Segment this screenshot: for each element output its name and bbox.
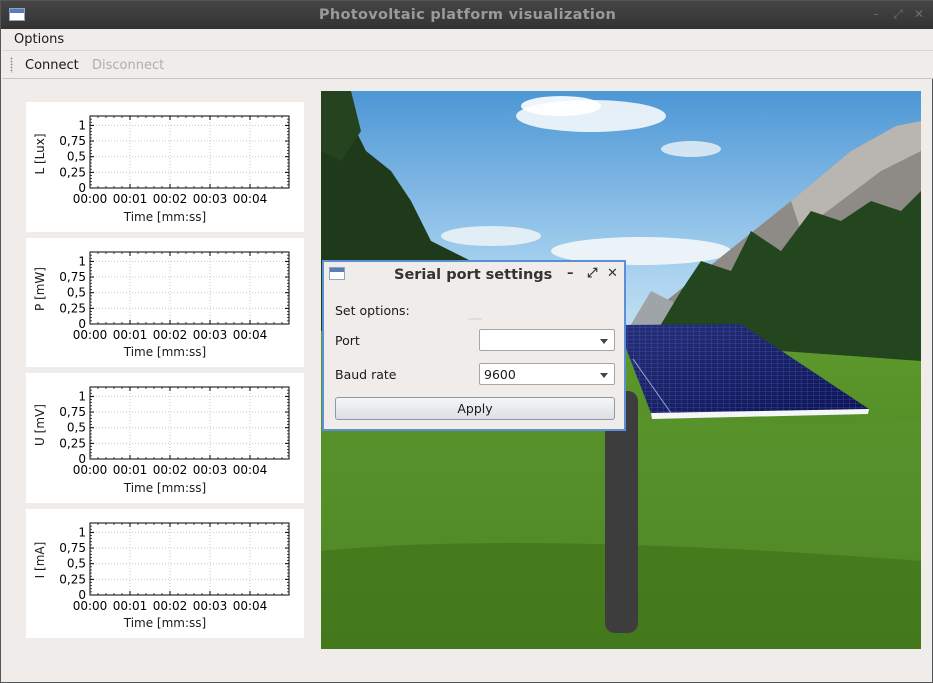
- set-options-label: Set options:: [335, 303, 410, 318]
- port-select[interactable]: [479, 329, 615, 351]
- plot-light-xlabel: Time [mm:ss]: [123, 210, 207, 224]
- port-label: Port: [335, 333, 360, 348]
- x-tick-label: 00:04: [233, 599, 268, 613]
- dialog-title: Serial port settings: [394, 267, 553, 283]
- y-tick-label: 1: [78, 254, 86, 268]
- baud-rate-select[interactable]: 9600: [479, 363, 615, 385]
- x-tick-label: 00:02: [153, 192, 188, 206]
- x-tick-label: 00:04: [233, 192, 268, 206]
- splitter-handle[interactable]: [468, 318, 482, 320]
- dialog-maximize-icon[interactable]: ⤢: [587, 266, 597, 281]
- y-tick-label: 0,75: [59, 134, 86, 148]
- x-tick-label: 00:02: [153, 328, 188, 342]
- y-tick-label: 0,25: [59, 165, 86, 179]
- y-tick-label: 0,25: [59, 301, 86, 315]
- plot-light-ylabel: L [Lux]: [33, 133, 47, 175]
- x-tick-label: 00:01: [113, 599, 148, 613]
- title-bar[interactable]: Photovoltaic platform visualization – ⤢ …: [1, 1, 933, 29]
- y-tick-label: 0,5: [67, 557, 86, 571]
- plot-light: 0 0,25 0,5 0,75 1 00:00 00:01 00:02 00:03 00:04 L…: [26, 102, 304, 232]
- x-tick-label: 00:00: [73, 192, 108, 206]
- dialog-close-icon[interactable]: ✕: [607, 266, 618, 281]
- y-tick-label: 0,5: [67, 150, 86, 164]
- chevron-down-icon: [600, 339, 608, 344]
- plot-power-ylabel: P [mW]: [33, 267, 47, 311]
- plot-frame: [89, 522, 290, 596]
- x-tick-label: 00:00: [73, 463, 108, 477]
- minimize-icon[interactable]: –: [869, 7, 883, 21]
- x-tick-label: 00:03: [193, 192, 228, 206]
- plot-power: 0 0,25 0,5 0,75 1 00:00 00:01 00:02 00:03 00:04 P…: [26, 238, 304, 367]
- x-tick-label: 00:01: [113, 463, 148, 477]
- dialog-app-icon: [329, 267, 345, 280]
- y-tick-label: 0,5: [67, 421, 86, 435]
- window-title: Photovoltaic platform visualization: [318, 7, 617, 23]
- y-tick-label: 1: [78, 389, 86, 403]
- x-tick-label: 00:03: [193, 599, 228, 613]
- plot-frame: [89, 115, 290, 189]
- toolbar-grip[interactable]: [10, 57, 13, 73]
- main-window: Photovoltaic platform visualization – ⤢ …: [0, 0, 933, 683]
- apply-button[interactable]: Apply: [335, 397, 615, 420]
- dialog-title-bar[interactable]: Serial port settings – ⤢ ✕: [324, 262, 624, 288]
- y-tick-label: 0,75: [59, 270, 86, 284]
- plot-voltage: 0 0,25 0,5 0,75 1 00:00 00:01 00:02 00:03 00:04 U…: [26, 373, 304, 503]
- menu-options[interactable]: Options: [14, 32, 64, 47]
- chevron-down-icon: [600, 373, 608, 378]
- plot-current-xlabel: Time [mm:ss]: [123, 616, 207, 630]
- x-tick-label: 00:03: [193, 328, 228, 342]
- connect-button[interactable]: Connect: [25, 58, 79, 73]
- plot-voltage-ylabel: U [mV]: [33, 404, 47, 446]
- x-tick-label: 00:01: [113, 328, 148, 342]
- plot-current: 0 0,25 0,5 0,75 1 00:00 00:01 00:02 00:03 00:04 I…: [26, 509, 304, 638]
- x-tick-label: 00:04: [233, 328, 268, 342]
- y-tick-label: 0,25: [59, 572, 86, 586]
- plot-power-xlabel: Time [mm:ss]: [123, 345, 207, 359]
- y-tick-label: 0,5: [67, 286, 86, 300]
- x-tick-label: 00:02: [153, 463, 188, 477]
- x-tick-label: 00:02: [153, 599, 188, 613]
- x-tick-label: 00:04: [233, 463, 268, 477]
- dialog-minimize-icon[interactable]: –: [567, 266, 574, 281]
- plot-frame: [89, 251, 290, 325]
- x-tick-label: 00:01: [113, 192, 148, 206]
- y-tick-label: 1: [78, 525, 86, 539]
- y-tick-label: 0,25: [59, 436, 86, 450]
- maximize-icon[interactable]: ⤢: [891, 7, 905, 21]
- x-tick-label: 00:00: [73, 599, 108, 613]
- y-tick-label: 0,75: [59, 541, 86, 555]
- y-tick-label: 1: [78, 118, 86, 132]
- baud-rate-label: Baud rate: [335, 367, 397, 382]
- baud-rate-select-value: 9600: [484, 367, 516, 382]
- y-tick-label: 0,75: [59, 405, 86, 419]
- x-tick-label: 00:00: [73, 328, 108, 342]
- close-icon[interactable]: ✕: [912, 7, 926, 21]
- plot-voltage-xlabel: Time [mm:ss]: [123, 481, 207, 495]
- serial-port-dialog: Serial port settings – ⤢ ✕ Set options: …: [322, 260, 626, 431]
- plot-frame: [89, 386, 290, 460]
- disconnect-button[interactable]: Disconnect: [92, 58, 164, 73]
- plot-current-ylabel: I [mA]: [33, 541, 47, 579]
- x-tick-label: 00:03: [193, 463, 228, 477]
- toolbar: Connect Disconnect: [2, 51, 933, 79]
- menu-bar: Options: [2, 29, 933, 51]
